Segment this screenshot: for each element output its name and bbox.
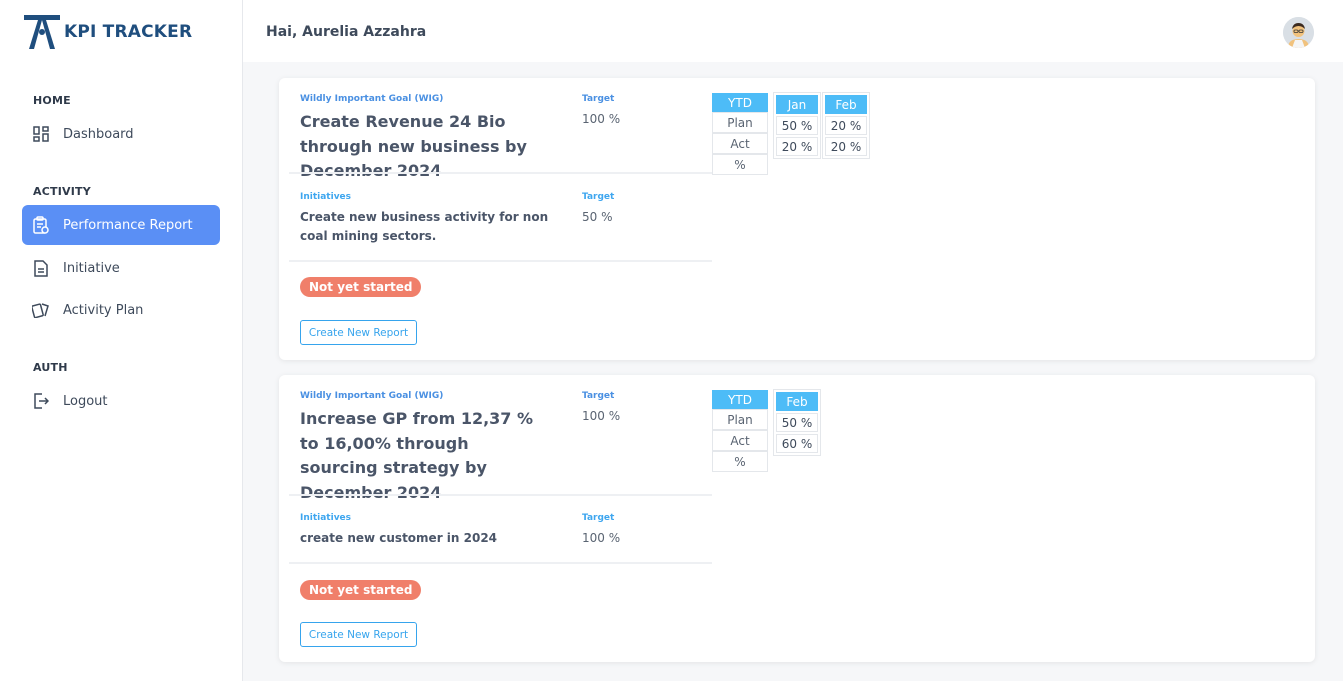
month-act-value: 20 %	[825, 137, 867, 156]
target-value: 100 %	[582, 112, 621, 126]
sidebar-item-label: Logout	[63, 393, 108, 409]
initiatives-label: Initiatives	[300, 192, 352, 202]
ytd-row-plan: Plan	[712, 112, 768, 133]
greeting: Hai, Aurelia Azzahra	[266, 24, 427, 40]
month-act-value: 20 %	[776, 137, 818, 156]
divider	[289, 172, 712, 174]
wig-label: Wildly Important Goal (WIG)	[300, 391, 444, 401]
logout-icon	[32, 392, 50, 410]
report-card: Wildly Important Goal (WIG) Create Reven…	[279, 78, 1315, 360]
sidebar-item-label: Performance Report	[63, 217, 193, 233]
divider	[289, 260, 712, 262]
status-badge: Not yet started	[300, 580, 422, 600]
document-icon	[32, 259, 50, 277]
month-column: Feb 50 % 60 %	[773, 389, 821, 456]
sidebar-item-logout[interactable]: Logout	[22, 381, 220, 421]
ytd-row-act: Act	[712, 430, 768, 451]
initiative-target-label: Target	[582, 513, 615, 523]
ytd-table: YTD Plan Act %	[712, 390, 768, 472]
divider	[289, 562, 712, 564]
initiative-text: create new customer in 2024	[300, 531, 498, 545]
month-plan-value: 20 %	[825, 116, 867, 135]
target-label: Target	[582, 94, 615, 104]
clipboard-report-icon	[32, 216, 50, 234]
create-new-report-button[interactable]: Create New Report	[300, 320, 417, 345]
create-new-report-button[interactable]: Create New Report	[300, 622, 417, 647]
user-avatar-icon	[1283, 17, 1314, 48]
month-column: Feb 20 % 20 %	[822, 92, 870, 159]
sidebar-item-initiative[interactable]: Initiative	[22, 248, 220, 288]
month-plan-value: 50 %	[776, 413, 818, 432]
sidebar: KPI TRACKER HOME Dashboard ACTIVITY Perf…	[0, 0, 243, 681]
sidebar-item-label: Initiative	[63, 260, 120, 276]
ytd-row-act: Act	[712, 133, 768, 154]
ytd-row-plan: Plan	[712, 409, 768, 430]
divider	[289, 494, 712, 496]
section-activity-label: ACTIVITY	[33, 185, 91, 198]
month-header: Feb	[825, 95, 867, 114]
cards-icon	[32, 301, 50, 319]
sidebar-item-label: Dashboard	[63, 126, 134, 142]
sidebar-item-activity-plan[interactable]: Activity Plan	[22, 290, 220, 330]
ytd-header: YTD	[712, 93, 768, 112]
initiative-target-label: Target	[582, 192, 615, 202]
target-value: 100 %	[582, 409, 621, 423]
month-column: Jan 50 % 20 %	[773, 92, 821, 159]
target-label: Target	[582, 391, 615, 401]
wig-label: Wildly Important Goal (WIG)	[300, 94, 444, 104]
sidebar-item-dashboard[interactable]: Dashboard	[22, 114, 220, 154]
month-header: Jan	[776, 95, 818, 114]
dashboard-icon	[32, 125, 50, 143]
initiative-target-value: 100 %	[582, 531, 621, 545]
initiatives-label: Initiatives	[300, 513, 352, 523]
section-home-label: HOME	[33, 94, 71, 107]
sidebar-item-performance-report[interactable]: Performance Report	[22, 205, 220, 245]
brand[interactable]: KPI TRACKER	[24, 15, 192, 49]
ytd-row-percent: %	[712, 154, 768, 175]
ytd-table: YTD Plan Act %	[712, 93, 768, 175]
initiative-target-value: 50 %	[582, 210, 613, 224]
month-act-value: 60 %	[776, 434, 818, 453]
app-name: KPI TRACKER	[64, 22, 193, 42]
sidebar-item-label: Activity Plan	[63, 302, 144, 318]
month-plan-value: 50 %	[776, 116, 818, 135]
status-badge: Not yet started	[300, 277, 422, 297]
ytd-row-percent: %	[712, 451, 768, 472]
avatar[interactable]	[1283, 17, 1314, 48]
section-auth-label: AUTH	[33, 361, 68, 374]
initiative-text: Create new business activity for non coa…	[300, 210, 549, 243]
month-header: Feb	[776, 392, 818, 411]
topbar: Hai, Aurelia Azzahra	[243, 0, 1343, 62]
kpi-logo-icon	[24, 15, 60, 49]
wig-title: Increase GP from 12,37 % to 16,00% throu…	[300, 409, 534, 502]
report-card: Wildly Important Goal (WIG) Increase GP …	[279, 375, 1315, 662]
ytd-header: YTD	[712, 390, 768, 409]
